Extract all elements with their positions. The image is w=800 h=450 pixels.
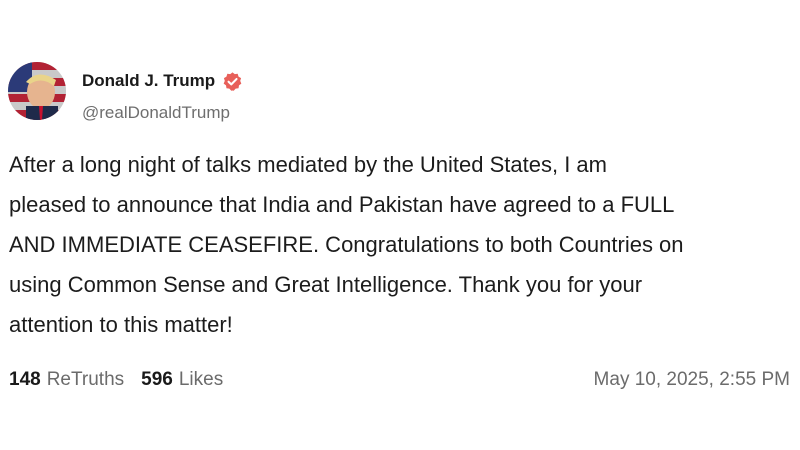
retruths-label: ReTruths [46, 369, 125, 390]
likes-label: Likes [178, 369, 224, 390]
verified-badge-icon [222, 71, 243, 92]
likes-count: 596 [141, 369, 173, 390]
post-card: Donald J. Trump @realDonaldTrump After a… [0, 0, 800, 450]
avatar-image [8, 62, 66, 120]
author-handle[interactable]: @realDonaldTrump [82, 103, 230, 123]
post-timestamp[interactable]: May 10, 2025, 2:55 PM [594, 369, 790, 391]
post-body-text: After a long night of talks mediated by … [9, 152, 684, 337]
author-name-row: Donald J. Trump [82, 69, 243, 93]
post-stats: 148 ReTruths 596 Likes [9, 369, 223, 391]
author-display-name[interactable]: Donald J. Trump [82, 71, 215, 91]
retruths-stat[interactable]: 148 ReTruths [9, 369, 124, 391]
author-avatar[interactable] [8, 62, 66, 120]
likes-stat[interactable]: 596 Likes [141, 369, 223, 391]
retruths-count: 148 [9, 369, 41, 390]
